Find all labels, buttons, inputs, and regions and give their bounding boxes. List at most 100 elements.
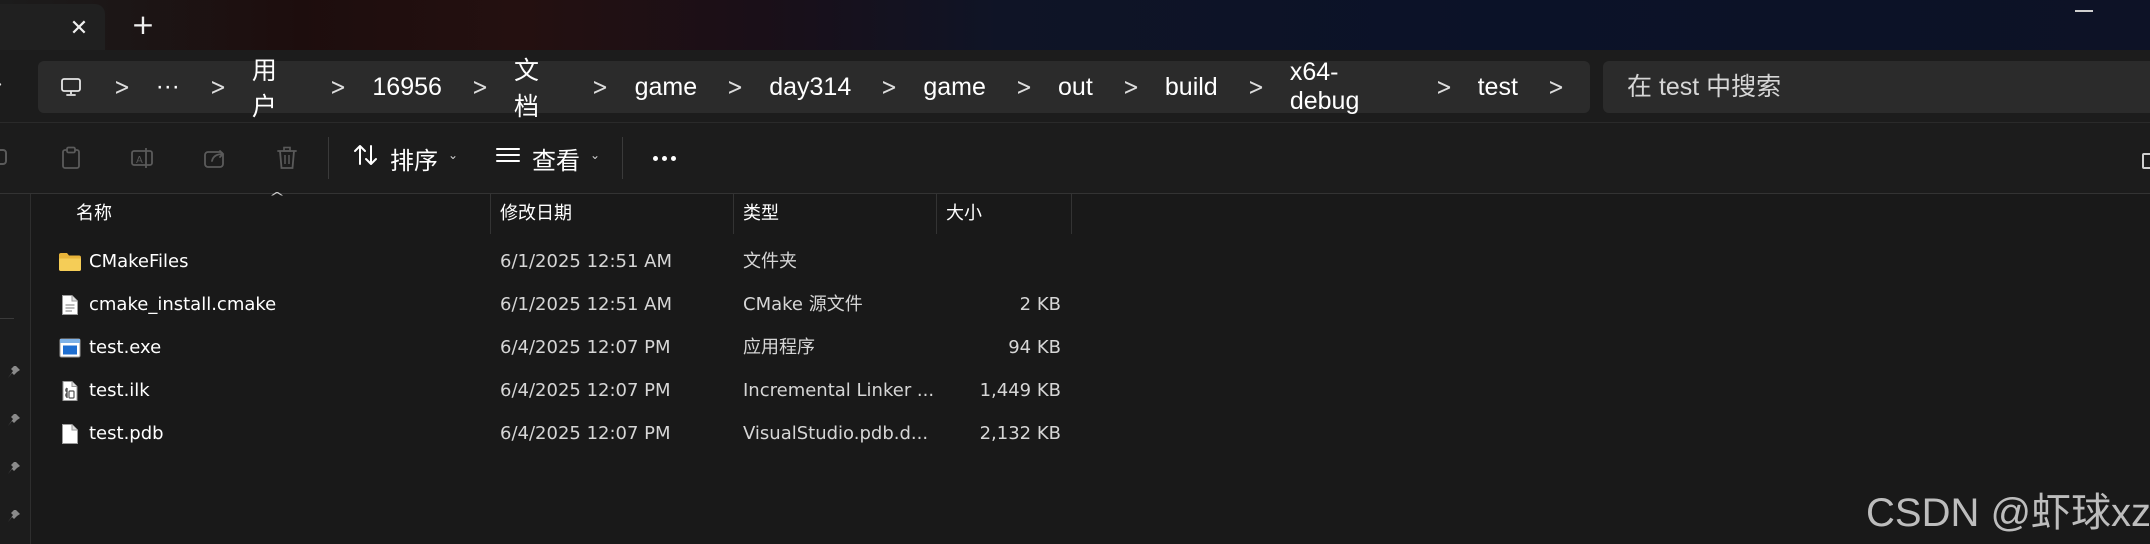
file-name[interactable]: CMakeFiles: [89, 240, 188, 283]
pin-icon[interactable]: [6, 412, 22, 428]
column-header-date[interactable]: 修改日期: [500, 194, 572, 234]
breadcrumb-item[interactable]: game >: [635, 73, 770, 102]
file-row[interactable]: test.exe 6/4/2025 12:07 PM 应用程序 94 KB: [31, 326, 1071, 369]
folder-icon: [58, 251, 82, 273]
close-icon[interactable]: ✕: [66, 16, 92, 42]
share-icon[interactable]: [200, 143, 230, 173]
back-arrow-icon[interactable]: ›: [0, 72, 6, 98]
file-name[interactable]: cmake_install.cmake: [89, 283, 276, 326]
file-date: 6/4/2025 12:07 PM: [500, 423, 671, 444]
more-icon[interactable]: ···: [156, 73, 180, 101]
breadcrumb-label[interactable]: 用户: [252, 51, 300, 123]
chevron-right-icon: >: [1015, 73, 1033, 101]
file-type: VisualStudio.pdb.d...: [743, 423, 929, 444]
breadcrumb-item[interactable]: x64-debug >: [1290, 58, 1478, 116]
rename-icon[interactable]: A: [128, 143, 158, 173]
file-row[interactable]: CMakeFiles 6/1/2025 12:51 AM 文件夹: [31, 240, 1071, 283]
sort-icon: [352, 142, 380, 174]
file-type: Incremental Linker ...: [743, 380, 933, 401]
file-size: [911, 240, 1061, 283]
breadcrumb-item[interactable]: test >: [1478, 73, 1590, 102]
pin-icon[interactable]: [6, 460, 22, 476]
breadcrumb-root[interactable]: >: [84, 73, 156, 101]
pin-icon[interactable]: [6, 508, 22, 524]
file-name[interactable]: test.pdb: [89, 412, 164, 455]
address-bar[interactable]: > ··· > 用户 > 16956 > 文档 > game > day314 …: [38, 57, 1590, 121]
file-row[interactable]: test.ilk 6/4/2025 12:07 PM Incremental L…: [31, 369, 1071, 412]
breadcrumb-item[interactable]: day314 >: [769, 73, 923, 102]
breadcrumb-label[interactable]: 文档: [514, 51, 562, 123]
details-pane-icon[interactable]: [2142, 153, 2150, 169]
breadcrumb-label[interactable]: build: [1165, 73, 1218, 102]
exe-icon: [58, 337, 82, 359]
column-header-size[interactable]: 大小: [946, 194, 982, 234]
column-divider[interactable]: [1071, 194, 1072, 234]
breadcrumb-item[interactable]: build >: [1165, 73, 1290, 102]
breadcrumb-item[interactable]: 用户 >: [252, 51, 373, 123]
breadcrumb-label[interactable]: game: [923, 73, 986, 102]
sort-button[interactable]: 排序 ⌄: [352, 135, 458, 181]
breadcrumb-item[interactable]: 文档 >: [514, 51, 635, 123]
file-row[interactable]: cmake_install.cmake 6/1/2025 12:51 AM CM…: [31, 283, 1071, 326]
breadcrumb-overflow[interactable]: ··· >: [156, 73, 252, 101]
file-name[interactable]: test.exe: [89, 326, 161, 369]
chevron-right-icon: >: [330, 73, 347, 101]
active-tab[interactable]: ✕: [0, 4, 105, 50]
computer-icon[interactable]: [58, 74, 84, 100]
search-box[interactable]: [1603, 61, 2150, 113]
breadcrumb-label[interactable]: test: [1478, 73, 1518, 102]
toolbar-divider: [622, 137, 623, 179]
breadcrumb-item[interactable]: game >: [923, 73, 1058, 102]
column-divider[interactable]: [936, 194, 937, 234]
chevron-right-icon: >: [1122, 73, 1139, 101]
view-label: 查看: [532, 146, 580, 175]
column-divider[interactable]: [490, 194, 491, 234]
more-dot-icon: [652, 155, 658, 161]
breadcrumb-label[interactable]: x64-debug: [1290, 58, 1406, 116]
column-header-row: ^ 名称 修改日期 类型 大小: [31, 190, 1072, 234]
breadcrumb-label[interactable]: game: [635, 73, 698, 102]
breadcrumb-label[interactable]: out: [1058, 73, 1093, 102]
column-divider[interactable]: [733, 194, 734, 234]
more-options-button[interactable]: [644, 135, 684, 181]
paste-icon[interactable]: [56, 143, 86, 173]
file-list: ^ 名称 修改日期 类型 大小 CMakeFiles 6/1/2025 12:5…: [31, 190, 2150, 544]
chevron-right-icon: >: [1435, 73, 1452, 101]
chevron-right-icon: >: [1247, 73, 1264, 101]
breadcrumb-item[interactable]: out >: [1058, 73, 1165, 102]
chevron-down-icon: ⌄: [590, 148, 601, 162]
file-date: 6/4/2025 12:07 PM: [500, 380, 671, 401]
document-icon: [58, 294, 82, 316]
column-header-type[interactable]: 类型: [743, 194, 779, 234]
file-row[interactable]: test.pdb 6/4/2025 12:07 PM VisualStudio.…: [31, 412, 1071, 455]
column-header-name[interactable]: 名称: [76, 194, 112, 234]
file-name[interactable]: test.ilk: [89, 369, 150, 412]
file-date: 6/1/2025 12:51 AM: [500, 251, 673, 272]
command-bar: A 排序 ⌄ 查看 ⌄: [0, 123, 2150, 194]
watermark: CSDN @虾球xz: [1866, 491, 2150, 535]
navigation-pane: [0, 194, 31, 544]
file-type: 文件夹: [743, 251, 797, 272]
pin-icon[interactable]: [6, 364, 22, 380]
breadcrumb-label[interactable]: 16956: [372, 73, 442, 102]
chevron-right-icon: >: [471, 73, 489, 101]
search-input[interactable]: [1627, 61, 2127, 113]
file-type: 应用程序: [743, 337, 815, 358]
breadcrumb-item[interactable]: 16956 >: [372, 73, 514, 102]
file-icon: [58, 423, 82, 445]
chevron-right-icon: >: [727, 73, 744, 101]
chevron-right-icon[interactable]: >: [1548, 73, 1564, 101]
delete-icon[interactable]: [272, 143, 302, 173]
file-date: 6/4/2025 12:07 PM: [500, 337, 671, 358]
view-button[interactable]: 查看 ⌄: [494, 135, 600, 181]
minimize-icon[interactable]: [2075, 10, 2093, 12]
sort-label: 排序: [390, 146, 438, 175]
new-item-icon[interactable]: [0, 143, 14, 173]
new-tab-button[interactable]: +: [128, 10, 158, 40]
nav-divider: [0, 318, 14, 319]
address-row: › > ··· > 用户 > 16956 > 文档 > ga: [0, 50, 2150, 123]
breadcrumb-label[interactable]: day314: [769, 73, 851, 102]
chevron-down-icon: ⌄: [448, 148, 459, 162]
chevron-right-icon: >: [113, 73, 130, 101]
toolbar-divider: [328, 137, 329, 179]
